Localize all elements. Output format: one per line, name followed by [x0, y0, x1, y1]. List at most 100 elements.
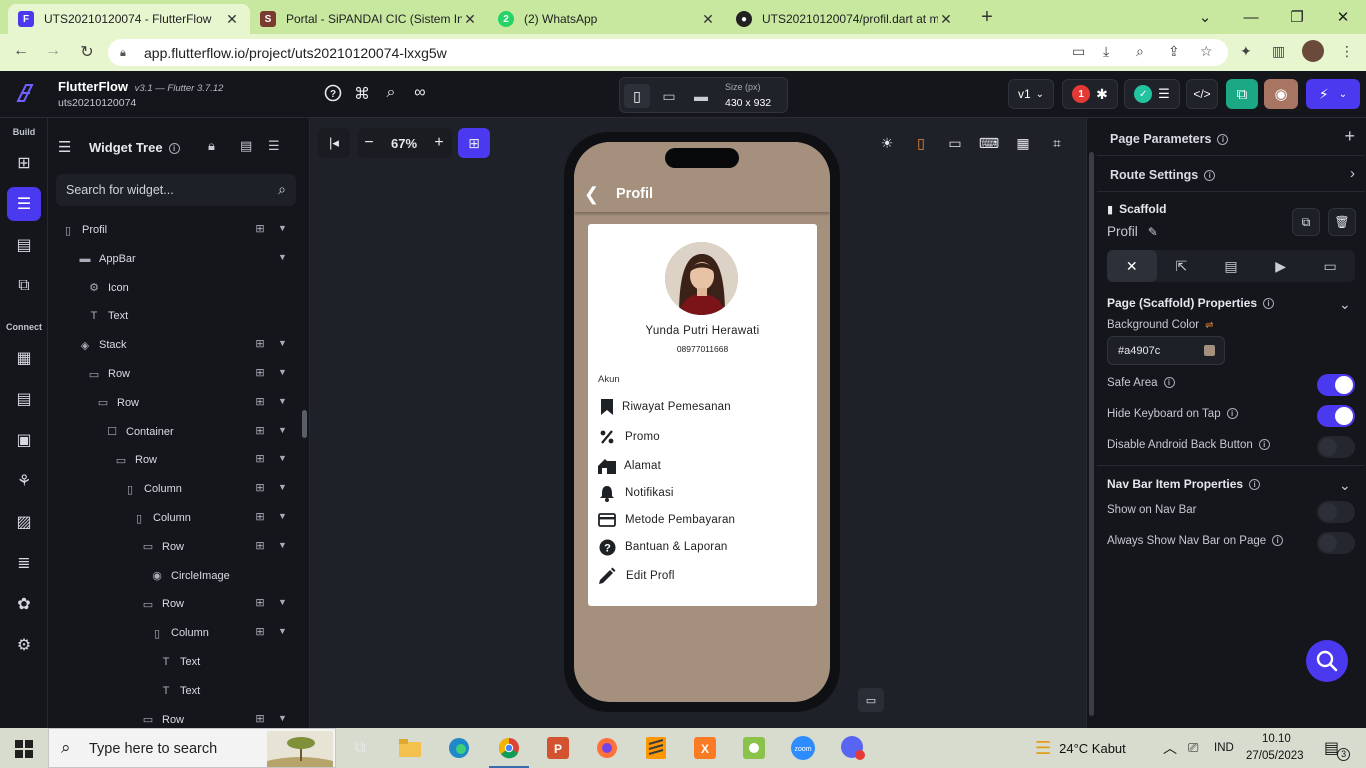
hide-keyboard-toggle[interactable] [1317, 405, 1355, 427]
tree-item[interactable]: ▭ Row ⊞ ▼ [48, 360, 298, 388]
add-child-icon[interactable]: ⊞ [252, 337, 268, 350]
flutterflow-logo-icon[interactable] [12, 81, 36, 105]
expand-caret-icon[interactable]: ▼ [278, 511, 287, 521]
add-child-icon[interactable]: ⊞ [252, 510, 268, 523]
tab-whatsapp[interactable]: 2 (2) WhatsApp ✕ [488, 4, 726, 34]
zoom-icon[interactable]: ⌕ [1136, 43, 1144, 60]
always-show-nav-bar-toggle[interactable] [1317, 532, 1355, 554]
code-view-icon[interactable]: </> [1186, 79, 1218, 109]
tab-search-chevron-icon[interactable]: ⌄ [1182, 0, 1228, 34]
tree-item[interactable]: T Text [48, 648, 298, 676]
menu-item-bantuan[interactable]: ? Bantuan & Laporan [598, 536, 808, 558]
properties-scrollbar[interactable] [1089, 152, 1094, 716]
profile-card[interactable]: Yunda Putri Herawati 08977011668 Akun Ri… [588, 224, 817, 606]
add-widget-button[interactable]: ⊞ [458, 128, 490, 158]
forward-arrow-icon[interactable]: → [42, 42, 64, 60]
taskbar-search-box[interactable]: ⌕ Type here to search [48, 728, 336, 768]
link-icon[interactable]: ∞ [410, 84, 430, 102]
expand-caret-icon[interactable]: ▼ [278, 713, 287, 723]
chrome-icon[interactable] [489, 734, 529, 768]
safe-area-toggle[interactable] [1317, 374, 1355, 396]
tab-properties-icon[interactable]: ✕ [1107, 250, 1157, 282]
help-search-fab[interactable] [1306, 640, 1348, 682]
tab-animations-icon[interactable]: ▶ [1256, 250, 1306, 282]
tree-item[interactable]: ◈ Stack ⊞ ▼ [48, 331, 298, 359]
network-icon[interactable]: ⎚ [1188, 728, 1198, 768]
portrait-phone-icon[interactable]: ▯ [904, 128, 938, 158]
expand-caret-icon[interactable]: ▼ [278, 597, 287, 607]
zoom-out-icon[interactable]: − [358, 134, 380, 152]
profile-avatar-image[interactable] [665, 242, 738, 315]
custom-code-icon[interactable]: ⚘ [7, 464, 41, 498]
colors-icon[interactable]: ✿ [7, 587, 41, 621]
close-tab-icon[interactable]: ✕ [462, 11, 478, 28]
tree-item[interactable]: ⚙ Icon [48, 274, 298, 302]
bookmark-star-icon[interactable]: ☆ [1200, 43, 1213, 60]
issues-button[interactable]: 1 ✱ [1062, 79, 1118, 109]
tab-flutterflow[interactable]: F UTS20210120074 - FlutterFlow ✕ [8, 4, 250, 34]
add-child-icon[interactable]: ⊞ [252, 424, 268, 437]
powerpoint-icon[interactable]: P [543, 734, 573, 762]
sublime-icon[interactable] [641, 734, 671, 762]
info-icon[interactable]: i [1226, 408, 1238, 420]
info-icon[interactable]: i [1249, 479, 1261, 491]
url-bar[interactable]: 🔒︎ app.flutterflow.io/project/uts2021012… [108, 39, 1228, 66]
color-picker-icon[interactable]: ⇌ [1205, 320, 1213, 331]
tree-item[interactable]: ▭ Row ⊞ ▼ [48, 389, 298, 417]
edit-pencil-icon[interactable]: ✎ [1148, 225, 1158, 239]
desktop-device-icon[interactable]: ▬ [688, 84, 714, 108]
new-tab-icon[interactable]: + [976, 6, 998, 29]
add-child-icon[interactable]: ⊞ [252, 625, 268, 638]
chevron-down-icon[interactable]: ⌄ [1339, 477, 1351, 494]
chevron-down-icon[interactable]: ⌄ [1339, 296, 1351, 313]
close-tab-icon[interactable]: ✕ [938, 11, 954, 28]
tab-actions-icon[interactable]: ⇱ [1157, 250, 1207, 282]
phone-device-icon[interactable]: ▯ [624, 84, 650, 108]
tray-chevron-up-icon[interactable]: ︿ [1163, 728, 1177, 768]
collaboration-button[interactable]: ✓ ☰ [1124, 79, 1180, 109]
minimize-icon[interactable]: — [1228, 0, 1274, 34]
media-assets-icon[interactable]: ▨ [7, 505, 41, 539]
zoom-icon[interactable]: zoom [788, 734, 818, 762]
show-on-nav-bar-toggle[interactable] [1317, 501, 1355, 523]
tab-sipandai[interactable]: S Portal - SiPANDAI CIC (Sistem Inf ✕ [250, 4, 488, 34]
expand-caret-icon[interactable]: ▼ [278, 425, 287, 435]
share-icon[interactable]: ⇪ [1168, 43, 1180, 60]
info-icon[interactable]: i [1263, 298, 1275, 310]
expand-caret-icon[interactable]: ▼ [278, 482, 287, 492]
collapse-icon[interactable]: ▤ [240, 138, 252, 154]
sort-icon[interactable]: ☰ [268, 138, 280, 154]
extensions-icon[interactable]: ✦ [1240, 43, 1252, 60]
background-color-field[interactable]: #a4907c [1107, 336, 1225, 365]
tree-item[interactable]: ▯ Column ⊞ ▼ [48, 619, 298, 647]
select-mode-icon[interactable]: ⌗ [1040, 128, 1074, 158]
keyboard-icon[interactable]: ⌨ [972, 128, 1006, 158]
add-child-icon[interactable]: ⊞ [252, 222, 268, 235]
widget-search-input[interactable]: Search for widget... ⌕ [56, 174, 296, 206]
menu-item-metode[interactable]: Metode Pembayaran [598, 509, 808, 531]
weather-widget[interactable]: ☰ 24°C Kabut [1035, 728, 1126, 768]
light-mode-icon[interactable]: ☀ [870, 128, 904, 158]
theme-icon[interactable]: ≣ [7, 546, 41, 580]
database-icon[interactable]: ▦ [7, 341, 41, 375]
color-swatch[interactable] [1204, 345, 1215, 356]
add-child-icon[interactable]: ⊞ [252, 366, 268, 379]
device-frame-icon[interactable]: ▭ [938, 128, 972, 158]
xampp-icon[interactable]: X [690, 734, 720, 762]
profile-avatar[interactable] [1302, 40, 1324, 62]
expand-caret-icon[interactable]: ▼ [278, 223, 287, 233]
tree-item[interactable]: ▭ Row ⊞ ▼ [48, 446, 298, 474]
close-tab-icon[interactable]: ✕ [224, 11, 240, 28]
expand-caret-icon[interactable]: ▼ [278, 252, 287, 262]
tab-state-icon[interactable]: ▭ [1305, 250, 1355, 282]
storyboard-icon[interactable]: ▤ [7, 228, 41, 262]
task-view-icon[interactable]: ⧉ [345, 734, 375, 762]
disable-back-button-toggle[interactable] [1317, 436, 1355, 458]
add-child-icon[interactable]: ⊞ [252, 539, 268, 552]
page-name[interactable]: Profil ✎ [1107, 224, 1158, 239]
settings-gear-icon[interactable]: ⚙︎ [7, 628, 41, 662]
install-icon[interactable]: ⤓ [1103, 43, 1109, 60]
close-tab-icon[interactable]: ✕ [700, 11, 716, 28]
tree-item[interactable]: ▭ Row ⊞ ▼ [48, 533, 298, 561]
expand-caret-icon[interactable]: ▼ [278, 367, 287, 377]
